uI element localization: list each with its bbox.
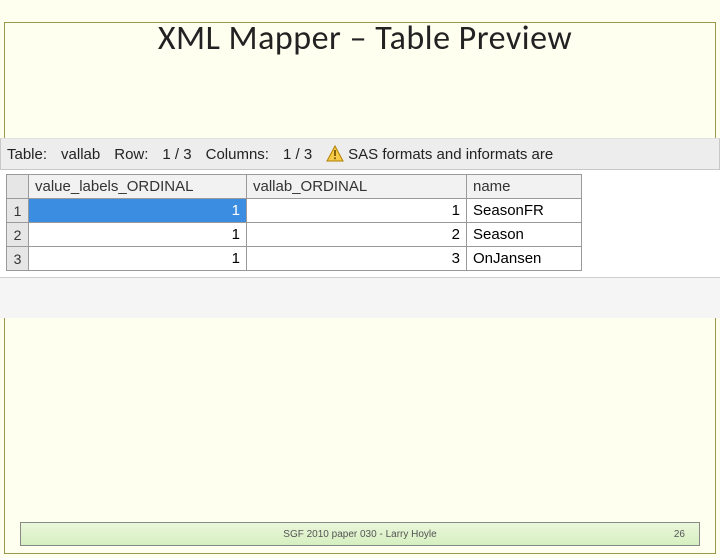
cell[interactable]: 2 <box>247 223 467 247</box>
table-preview-panel: Table: vallab Row: 1 / 3 Columns: 1 / 3 … <box>0 138 720 318</box>
status-bar: Table: vallab Row: 1 / 3 Columns: 1 / 3 … <box>0 138 720 170</box>
cell[interactable]: 1 <box>29 199 247 223</box>
row-number[interactable]: 1 <box>7 199 29 223</box>
table-label: Table: <box>7 146 47 163</box>
column-header[interactable]: value_labels_ORDINAL <box>29 175 247 199</box>
column-header[interactable]: vallab_ORDINAL <box>247 175 467 199</box>
grid-corner <box>7 175 29 199</box>
cell[interactable]: Season <box>467 223 582 247</box>
row-number[interactable]: 3 <box>7 247 29 271</box>
footer-bar: SGF 2010 paper 030 - Larry Hoyle 26 <box>20 522 700 546</box>
cell[interactable]: 1 <box>29 247 247 271</box>
page-title: XML Mapper – Table Preview <box>10 18 720 59</box>
columns-value: 1 / 3 <box>283 146 312 163</box>
row-value: 1 / 3 <box>162 146 191 163</box>
columns-label: Columns: <box>206 146 269 163</box>
data-grid[interactable]: value_labels_ORDINAL vallab_ORDINAL name… <box>6 174 582 271</box>
cell[interactable]: OnJansen <box>467 247 582 271</box>
cell[interactable]: 1 <box>247 199 467 223</box>
row-label: Row: <box>114 146 148 163</box>
cell[interactable]: 3 <box>247 247 467 271</box>
column-header[interactable]: name <box>467 175 582 199</box>
row-number[interactable]: 2 <box>7 223 29 247</box>
table-row[interactable]: 3 1 3 OnJansen <box>7 247 582 271</box>
warning-icon <box>326 145 344 163</box>
warning-text: SAS formats and informats are <box>348 146 553 163</box>
page-number: 26 <box>674 529 685 540</box>
table-row[interactable]: 1 1 1 SeasonFR <box>7 199 582 223</box>
cell[interactable]: 1 <box>29 223 247 247</box>
table-row[interactable]: 2 1 2 Season <box>7 223 582 247</box>
cell[interactable]: SeasonFR <box>467 199 582 223</box>
table-name-value: vallab <box>61 146 100 163</box>
footer-text: SGF 2010 paper 030 - Larry Hoyle <box>283 529 436 540</box>
